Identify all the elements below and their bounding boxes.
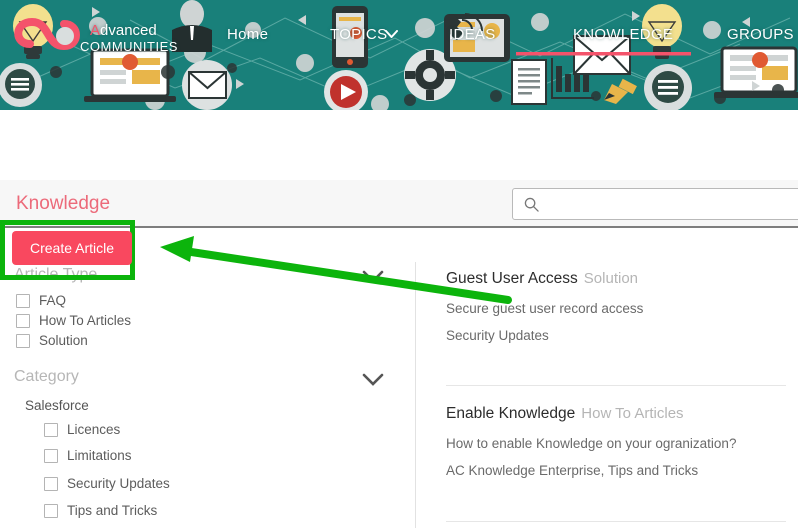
nav-item-ideas[interactable]: IDEAS xyxy=(449,26,496,43)
facet-option-label: Licences xyxy=(67,422,121,437)
facet-option-label: Limitations xyxy=(67,448,132,463)
checkbox-licences[interactable] xyxy=(44,422,58,437)
brand-tagline: COMMUNITIES xyxy=(80,39,178,54)
brand-logo[interactable]: Advanced COMMUNITIES xyxy=(8,8,183,60)
checkbox-faq[interactable] xyxy=(16,293,30,308)
document-icon xyxy=(511,59,547,105)
article-title[interactable]: Guest User Access xyxy=(446,270,578,287)
search-box[interactable] xyxy=(512,188,798,220)
facet-option-how-to-articles[interactable]: How To Articles xyxy=(16,313,131,328)
checkbox-limitations[interactable] xyxy=(44,448,58,463)
page-title: Knowledge xyxy=(16,193,111,214)
article-description[interactable]: Secure guest user record access xyxy=(446,301,798,316)
article-separator xyxy=(446,521,786,522)
facet-option-tips-and-tricks[interactable]: Tips and Tricks xyxy=(44,503,157,518)
site-banner: Advanced COMMUNITIES Home TOPICS IDEAS K… xyxy=(0,0,798,110)
chat-bubble-icon xyxy=(0,63,42,107)
facet-group-salesforce: Salesforce xyxy=(25,398,89,413)
article-title-line: Enable Knowledge How To Articles xyxy=(446,405,798,423)
article-list: Guest User Access Solution Secure guest u… xyxy=(432,230,798,528)
vertical-divider xyxy=(415,262,416,528)
envelope-icon xyxy=(182,60,232,110)
facet-option-faq[interactable]: FAQ xyxy=(16,293,66,308)
facet-option-solution[interactable]: Solution xyxy=(16,333,88,348)
facet-option-label: Security Updates xyxy=(67,476,170,491)
facet-option-security-updates[interactable]: Security Updates xyxy=(44,476,170,491)
facet-option-label: FAQ xyxy=(39,293,67,308)
article-card[interactable]: Enable Knowledge How To Articles How to e… xyxy=(446,405,798,478)
page-root: Advanced COMMUNITIES Home TOPICS IDEAS K… xyxy=(0,0,798,528)
checkbox-how-to-articles[interactable] xyxy=(16,313,30,328)
facet-option-label: How To Articles xyxy=(39,313,132,328)
facet-option-licences[interactable]: Licences xyxy=(44,422,120,437)
search-input[interactable] xyxy=(545,189,798,219)
facet-heading-category: Category xyxy=(14,368,79,385)
facet-option-label: Tips and Tricks xyxy=(67,503,158,518)
facet-option-limitations[interactable]: Limitations xyxy=(44,448,132,463)
article-title-line: Guest User Access Solution xyxy=(446,270,798,288)
article-card[interactable]: Guest User Access Solution Secure guest u… xyxy=(446,270,798,343)
nav-item-knowledge[interactable]: KNOWLEDGE xyxy=(573,26,673,43)
chevron-down-icon[interactable] xyxy=(385,30,398,38)
facet-toggle-category[interactable] xyxy=(362,373,384,386)
checkbox-solution[interactable] xyxy=(16,333,30,348)
chat-bubble-icon xyxy=(644,64,692,110)
facet-toggle-article-type[interactable] xyxy=(362,270,384,283)
nav-item-topics[interactable]: TOPICS xyxy=(330,26,387,43)
article-type-badge: Solution xyxy=(583,270,639,287)
action-bar: Create Article xyxy=(0,110,798,304)
nav-item-home[interactable]: Home xyxy=(227,26,268,43)
checkbox-security-updates[interactable] xyxy=(44,476,58,491)
article-description[interactable]: How to enable Knowledge on your ograniza… xyxy=(446,436,798,451)
article-category[interactable]: Security Updates xyxy=(446,328,798,343)
nav-item-groups[interactable]: GROUPS xyxy=(727,26,794,43)
article-type-badge: How To Articles xyxy=(581,405,684,422)
search-icon xyxy=(524,197,539,212)
facet-option-label: Solution xyxy=(39,333,88,348)
checkbox-tips-and-tricks[interactable] xyxy=(44,503,58,518)
brand-name: Advanced xyxy=(90,22,157,39)
article-title[interactable]: Enable Knowledge xyxy=(446,405,575,422)
create-article-button[interactable]: Create Article xyxy=(12,231,133,265)
article-separator xyxy=(446,385,786,386)
article-category[interactable]: AC Knowledge Enterprise, Tips and Tricks xyxy=(446,463,798,478)
